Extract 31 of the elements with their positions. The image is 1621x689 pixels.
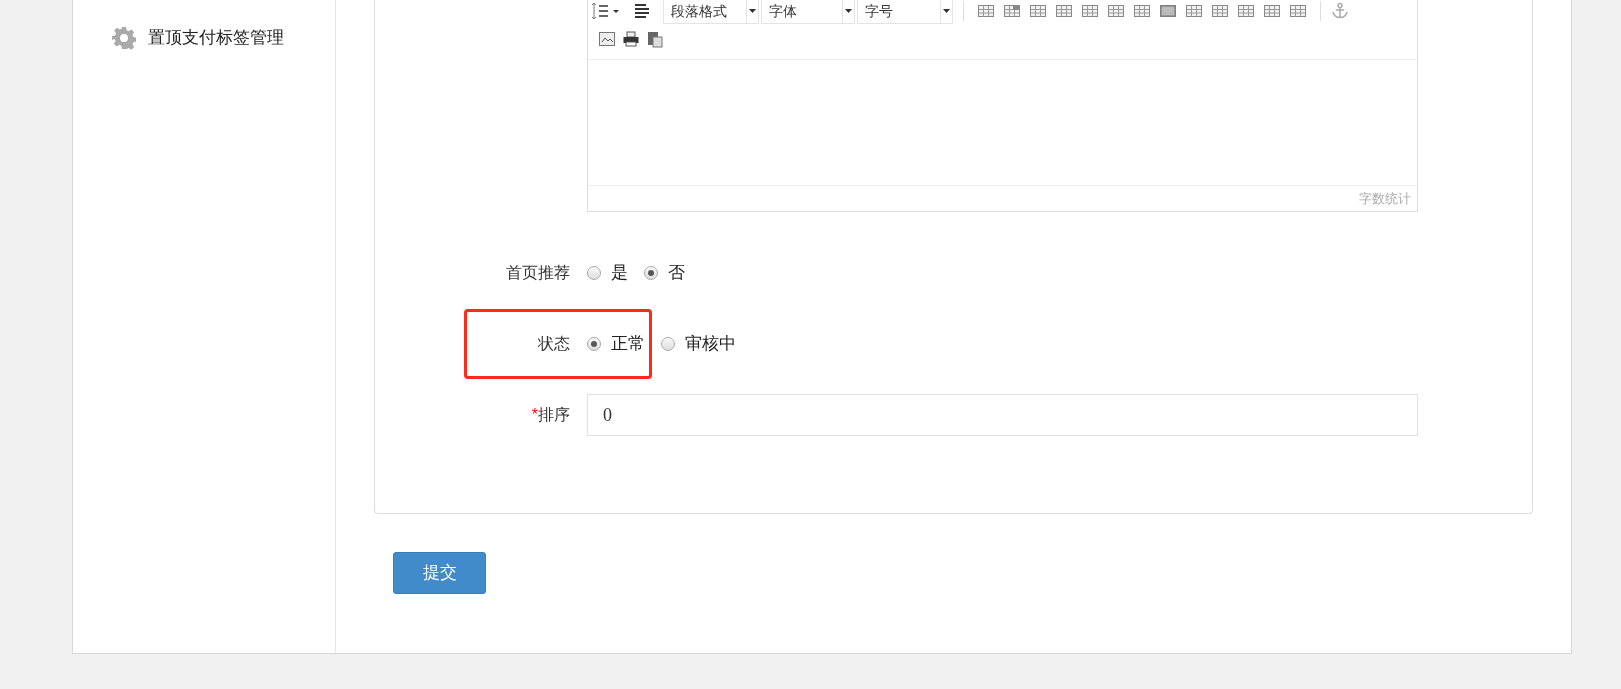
field-label: 首页推荐 (505, 263, 570, 283)
editor-dropdown[interactable]: 段落格式 (663, 0, 759, 24)
table-grid-icon[interactable] (1237, 2, 1255, 20)
caret-icon (943, 9, 950, 13)
gear-icon (112, 26, 136, 50)
radio-label[interactable]: 否 (668, 260, 685, 286)
rich-text-editor[interactable]: 段落格式 字体 字号 字数统计 (587, 0, 1418, 212)
line-height-icon[interactable] (591, 2, 621, 20)
print-icon[interactable] (622, 30, 640, 48)
sidebar-item[interactable]: 置顶支付标签管理 (148, 25, 284, 51)
paragraph-icon[interactable] (633, 2, 651, 20)
editor-dropdown[interactable]: 字号 (857, 0, 953, 24)
submit-button[interactable]: 提交 (393, 552, 486, 594)
image-icon[interactable] (598, 30, 616, 48)
radio-button[interactable] (661, 337, 675, 351)
radio-label[interactable]: 是 (611, 260, 628, 286)
sort-input[interactable]: 0 (587, 394, 1418, 436)
radio-button[interactable] (587, 337, 601, 351)
radio-label[interactable]: 正常 (611, 331, 645, 357)
caret-icon (845, 9, 852, 13)
radio-button[interactable] (644, 266, 658, 280)
caret-icon (749, 9, 756, 13)
field-label: *排序 (530, 405, 570, 425)
paste-icon[interactable] (646, 30, 664, 48)
radio-button[interactable] (587, 266, 601, 280)
radio-label[interactable]: 审核中 (685, 331, 736, 357)
anchor-icon[interactable] (1331, 2, 1349, 20)
word-count-label: 字数统计 (1359, 189, 1411, 208)
table-icon[interactable] (977, 2, 995, 20)
field-label: 状态 (537, 334, 570, 354)
editor-dropdown[interactable]: 字体 (761, 0, 855, 24)
